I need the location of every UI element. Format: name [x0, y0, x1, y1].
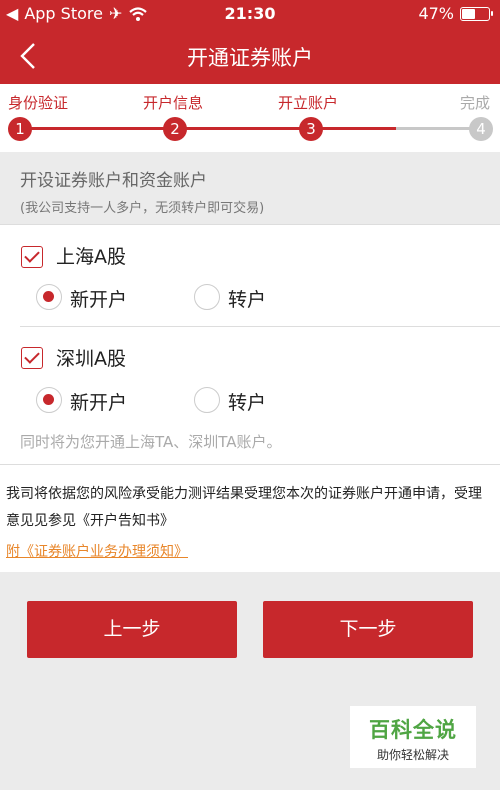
intro-subheading: (我公司支持一人多户，无须转户即可交易) — [20, 201, 265, 216]
watermark-subtitle: 助你轻松解决 — [376, 748, 449, 762]
divider — [20, 326, 500, 327]
step-track-complete — [20, 127, 396, 130]
step-label-identity: 身份验证 — [8, 94, 69, 112]
shanghai-new-account-label: 新开户 — [70, 289, 128, 311]
intro-section: 开设证券账户和资金账户 (我公司支持一人多户，无须转户即可交易) — [0, 152, 500, 224]
step-label-done: 完成 — [460, 94, 491, 112]
shanghai-a-label: 上海A股 — [56, 246, 126, 268]
watermark-title: 百科全说 — [369, 718, 457, 742]
step-label-info: 开户信息 — [143, 94, 204, 112]
ta-account-note: 同时将为您开通上海TA、深圳TA账户。 — [20, 433, 282, 451]
shenzhen-a-label: 深圳A股 — [56, 348, 126, 370]
nav-bar: 开通证券账户 — [0, 28, 500, 84]
prev-step-button[interactable]: 上一步 — [27, 601, 237, 658]
step-dot-2: 2 — [163, 117, 187, 141]
account-options: 上海A股 新开户 转户 深圳A股 新开户 转户 同时将为您开通上海TA、深圳TA… — [0, 224, 500, 464]
next-step-button[interactable]: 下一步 — [263, 601, 473, 658]
watermark-logo: 百科全说 助你轻松解决 — [350, 706, 476, 768]
disclaimer-text: 我司将依据您的风险承受能力测评结果受理您本次的证券账户开通申请，受理意见见参见《… — [6, 486, 482, 529]
step-progress: 身份验证 开户信息 开立账户 完成 — [0, 84, 500, 152]
shenzhen-a-checkbox[interactable] — [21, 347, 43, 369]
shanghai-new-account-radio[interactable] — [36, 284, 62, 310]
status-right: 47% — [418, 4, 493, 23]
page-title: 开通证券账户 — [187, 46, 313, 70]
shenzhen-transfer-label: 转户 — [228, 392, 267, 414]
shanghai-transfer-radio[interactable] — [194, 284, 220, 310]
intro-heading: 开设证券账户和资金账户 — [20, 171, 207, 191]
shenzhen-new-account-radio[interactable] — [36, 387, 62, 413]
battery-icon — [460, 6, 493, 21]
step-dot-4: 4 — [469, 117, 493, 141]
step-label-open: 开立账户 — [278, 94, 339, 112]
step-dot-1: 1 — [8, 117, 32, 141]
step-dot-3: 3 — [299, 117, 323, 141]
battery-percent: 47% — [418, 4, 454, 23]
shanghai-transfer-label: 转户 — [228, 289, 267, 311]
disclaimer-section: 我司将依据您的风险承受能力测评结果受理您本次的证券账户开通申请，受理意见见参见《… — [0, 464, 500, 572]
shenzhen-transfer-radio[interactable] — [194, 387, 220, 413]
shanghai-a-checkbox[interactable] — [21, 246, 43, 268]
shenzhen-new-account-label: 新开户 — [70, 392, 128, 414]
account-instructions-link[interactable]: 附《证券账户业务办理须知》 — [6, 541, 188, 561]
status-bar: ◀ App Store ✈ 21:30 47% — [0, 0, 500, 28]
